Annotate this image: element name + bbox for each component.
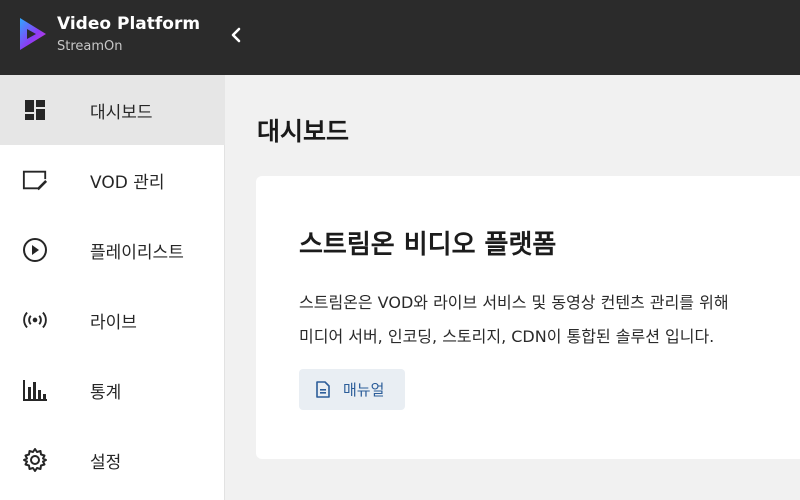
sidebar-item-vod[interactable]: VOD 관리 [0, 145, 225, 215]
sidebar-item-label: 라이브 [90, 312, 137, 333]
chevron-left-icon [231, 27, 241, 43]
logo-icon [20, 18, 46, 50]
sidebar-item-label: 통계 [90, 382, 122, 403]
app-title: Video Platform [57, 14, 201, 34]
manual-button[interactable]: 매뉴얼 [299, 369, 405, 410]
page-title: 대시보드 [257, 117, 350, 146]
dashboard-icon [22, 97, 48, 123]
card-description-line: 미디어 서버, 인코딩, 스토리지, CDN이 통합된 솔루션 입니다. [299, 327, 715, 346]
sidebar-item-settings[interactable]: 설정 [0, 425, 225, 495]
top-bar: Video Platform StreamOn [0, 0, 800, 75]
sidebar-item-label: VOD 관리 [90, 172, 165, 193]
document-icon [316, 381, 330, 398]
play-circle-icon [22, 237, 48, 263]
sidebar-item-label: 대시보드 [90, 102, 153, 123]
sidebar-item-playlist[interactable]: 플레이리스트 [0, 215, 225, 285]
card-description: 스트림온은 VOD와 라이브 서비스 및 동영상 컨텐츠 관리를 위해 미디어 … [299, 286, 800, 354]
card-description-line: 스트림온은 VOD와 라이브 서비스 및 동영상 컨텐츠 관리를 위해 [299, 293, 729, 312]
sidebar-item-dashboard[interactable]: 대시보드 [0, 75, 225, 145]
collapse-sidebar-button[interactable] [224, 22, 248, 48]
broadcast-icon [22, 307, 48, 333]
sidebar: 대시보드 VOD 관리 플레이리스트 라이브 통계 설정 [0, 75, 225, 500]
manual-button-label: 매뉴얼 [343, 381, 385, 399]
sidebar-item-label: 설정 [90, 452, 122, 473]
sidebar-item-live[interactable]: 라이브 [0, 285, 225, 355]
card-title: 스트림온 비디오 플랫폼 [299, 230, 557, 260]
main-content: 대시보드 스트림온 비디오 플랫폼 스트림온은 VOD와 라이브 서비스 및 동… [226, 75, 800, 500]
edit-window-icon [22, 167, 48, 193]
intro-card: 스트림온 비디오 플랫폼 스트림온은 VOD와 라이브 서비스 및 동영상 컨텐… [256, 176, 800, 459]
sidebar-item-stats[interactable]: 통계 [0, 355, 225, 425]
gear-icon [22, 447, 48, 473]
app-subtitle: StreamOn [57, 39, 123, 54]
bar-chart-icon [22, 377, 48, 403]
sidebar-item-label: 플레이리스트 [90, 242, 184, 263]
